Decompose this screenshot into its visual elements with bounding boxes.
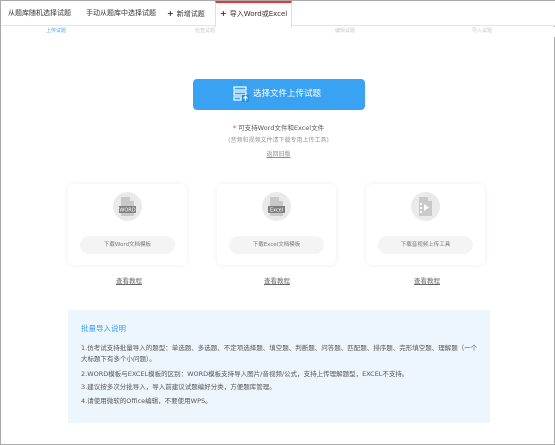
word-file-icon: WORD (113, 192, 142, 221)
tutorial-link-text: 查看教程 (116, 277, 142, 285)
step-import: 导入试题 (472, 28, 493, 34)
word-tutorial-link[interactable]: 查看教程 (99, 275, 159, 285)
instruction-item: 1.仿考试支持批量导入的题型：单选题、多选题、不定项选择题、填空题、判断题、问答… (81, 344, 478, 363)
required-star: * (232, 124, 237, 132)
plus-icon: + (220, 9, 227, 18)
instructions-title: 批量导入说明 (81, 324, 126, 333)
excel-tutorial-link[interactable]: 查看教程 (247, 275, 307, 285)
excel-badge: Excel (270, 208, 283, 214)
card-button-label: 下载Word文档模板 (103, 242, 152, 248)
word-template-card: WORD 下载Word文档模板 (68, 184, 187, 265)
instruction-item: 2.WORD模板与EXCEL模板的区别：WORD模板支持导入图片/音视频/公式，… (81, 370, 409, 378)
word-badge: WORD (119, 208, 135, 214)
tutorial-link-text: 查看教程 (414, 277, 440, 285)
tab-manual-select[interactable]: 手动从题库中选择试题 (86, 1, 156, 26)
instruction-item: 3.建议按多次分批导入，导入前建议试题编好分类，方便题库管理。 (81, 383, 276, 391)
media-tutorial-link[interactable]: 查看教程 (397, 275, 457, 285)
tab-label: 导入Word或Excel (229, 10, 288, 18)
tab-label: 新增试题 (176, 10, 205, 18)
excel-template-card: Excel 下载Excel文档模板 (217, 184, 336, 265)
card-button-label: 下载Excel文档模板 (252, 242, 301, 248)
upload-button-label: 选择文件上传试题 (253, 89, 322, 99)
excel-file-icon: Excel (262, 192, 291, 221)
download-media-tool-button[interactable]: 下载音视频上传工具 (378, 236, 473, 254)
tab-import-word-excel[interactable]: + 导入Word或Excel (215, 1, 293, 27)
media-tool-card: 下载音视频上传工具 (366, 184, 485, 265)
upload-questions-button[interactable]: 选择文件上传试题 (193, 79, 365, 110)
video-file-icon (411, 192, 440, 221)
tutorial-link-text: 查看教程 (264, 277, 290, 285)
step-check: 检查试题 (195, 28, 216, 34)
download-word-template-button[interactable]: 下载Word文档模板 (80, 236, 175, 254)
tab-random-select[interactable]: 从题库随机选择试题 (8, 1, 71, 26)
tab-label: 从题库随机选择试题 (8, 9, 71, 17)
import-instructions-panel: 批量导入说明 1.仿考试支持批量导入的题型：单选题、多选题、不定项选择题、填空题… (68, 310, 490, 423)
tab-add-question[interactable]: + 新增试题 (167, 1, 205, 26)
instruction-item: 4.请使用微软的Office编辑，不要使用WPS。 (81, 397, 212, 405)
download-excel-template-button[interactable]: 下载Excel文档模板 (229, 236, 324, 254)
back-link-text: 返回旧版 (266, 151, 291, 158)
tab-bar: 从题库随机选择试题 手动从题库中选择试题 + 新增试题 + 导入Word或Excel (1, 1, 555, 27)
step-edit: 编辑试题 (335, 28, 356, 34)
supported-files-hint: * 可支持Word文件和Excel文件 (1, 122, 555, 132)
plus-icon: + (167, 9, 174, 18)
card-button-label: 下载音视频上传工具 (400, 242, 451, 248)
tab-label: 手动从题库中选择试题 (86, 9, 156, 17)
app-frame: 从题库随机选择试题 手动从题库中选择试题 + 新增试题 + 导入Word或Excel… (0, 0, 555, 445)
media-files-hint: (音频和视频文件请下载专用上传工具) (228, 137, 329, 144)
step-upload: 上传试题 (46, 28, 67, 34)
supported-files-text: 可支持Word文件和Excel文件 (238, 124, 325, 132)
back-to-old-version-link[interactable]: 返回旧版 (1, 149, 555, 158)
step-indicator: 上传试题 检查试题 编辑试题 导入试题 (2, 27, 555, 37)
upload-file-icon (233, 86, 249, 102)
